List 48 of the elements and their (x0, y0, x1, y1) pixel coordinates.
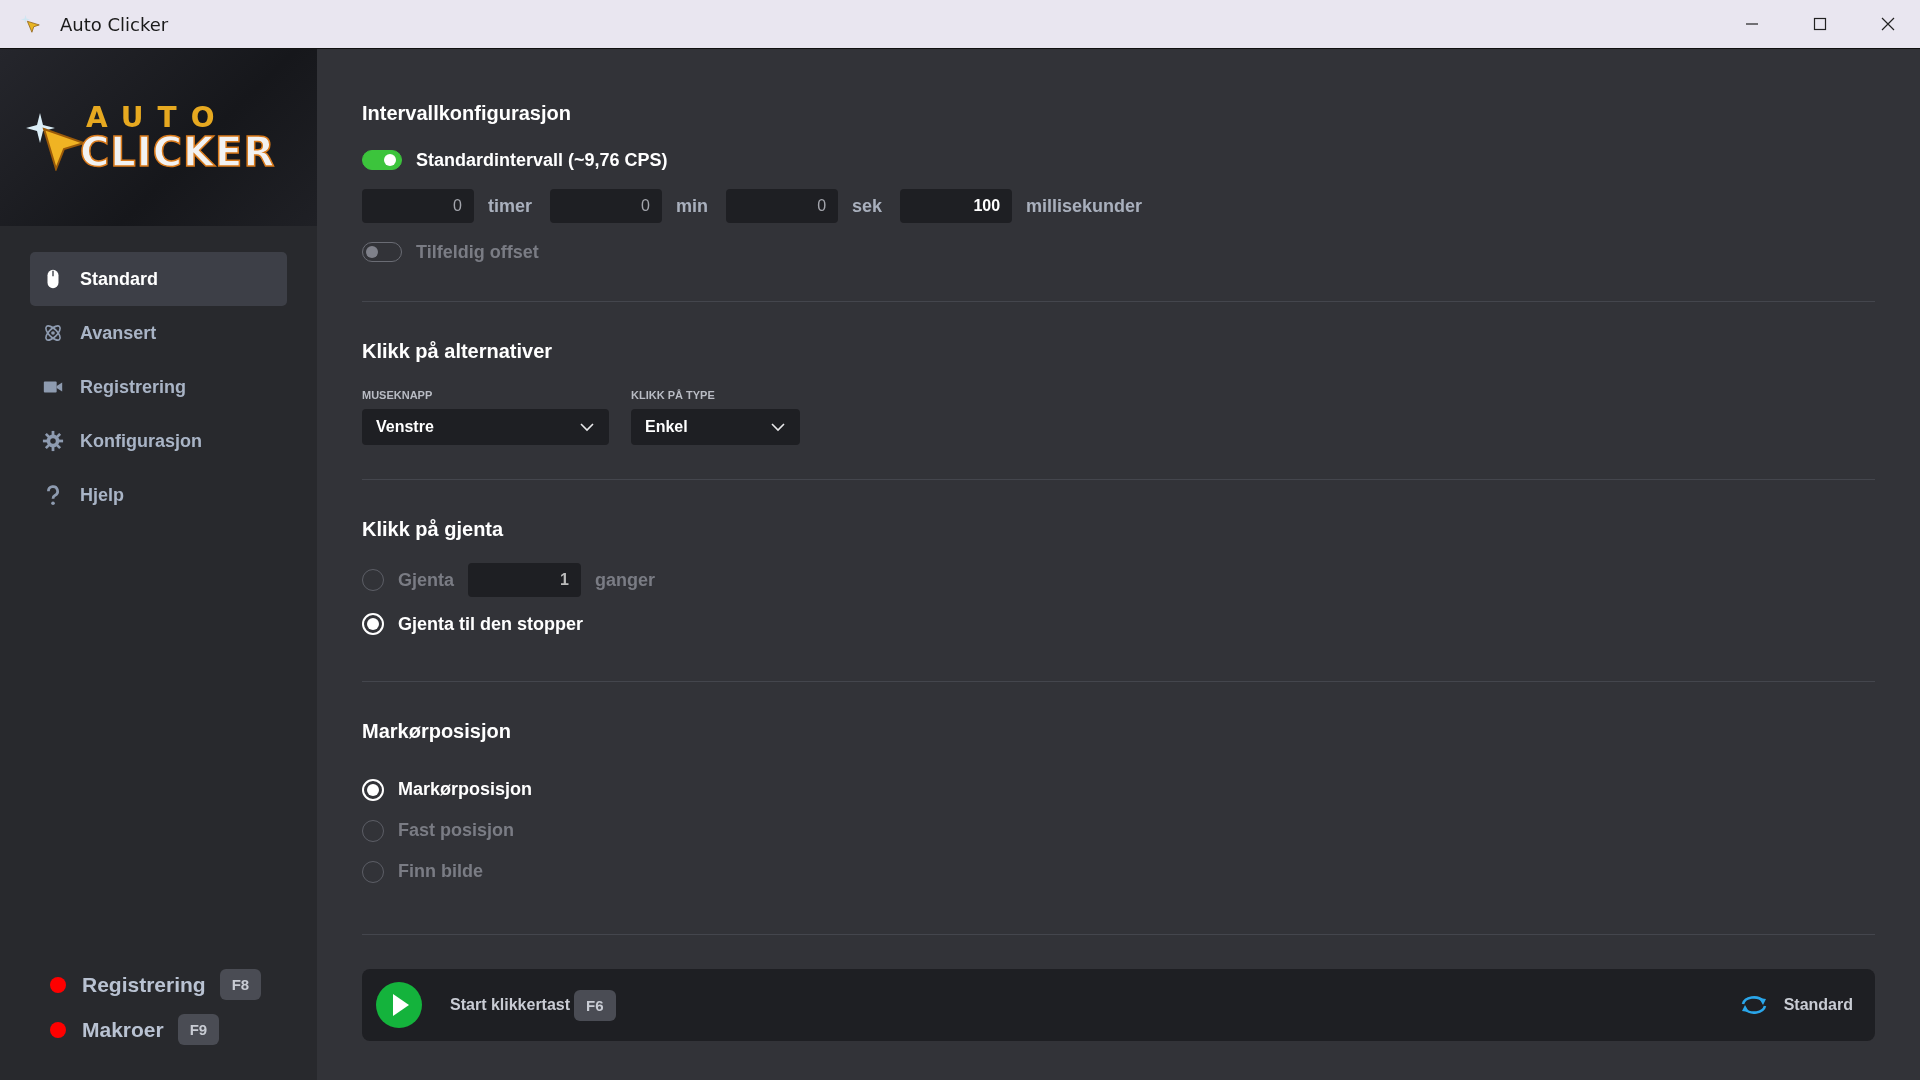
radio-label: Gjenta (398, 569, 454, 591)
play-button[interactable] (376, 982, 422, 1028)
count-field[interactable]: 1 (468, 563, 581, 597)
section-title: Intervallkonfigurasjon (362, 102, 572, 125)
radio-label: Fast posisjon (398, 820, 514, 841)
dropdown[interactable]: Venstre (362, 409, 609, 445)
unit-label: millisekunder (1026, 195, 1143, 217)
status-dot-icon (50, 976, 66, 993)
hotkey-label: Registrering (82, 972, 206, 997)
sidebar-item[interactable]: Hjelp (30, 468, 287, 522)
reset-label[interactable]: Standard (1783, 996, 1853, 1014)
toggle-label: Standardintervall (~9,76 CPS) (416, 149, 668, 171)
field-label: MUSEKNAPP (362, 389, 434, 401)
section-title: Klikk på gjenta (362, 518, 505, 541)
unit-label: timer (488, 195, 532, 217)
star-cursor-icon (20, 13, 42, 35)
key-badge: F8 (219, 969, 262, 1000)
section-title: Markørposisjon (362, 720, 512, 743)
key-badge: F6 (574, 989, 616, 1021)
toggle-switch[interactable] (362, 150, 402, 170)
radio-label: Finn bilde (398, 861, 483, 882)
atom-icon (42, 322, 64, 344)
logo-text: CLICKER (80, 131, 276, 172)
number-field[interactable]: 100 (900, 189, 1013, 223)
radio-label: Markørposisjon (398, 779, 533, 800)
sidebar-item[interactable]: Registrering (30, 360, 287, 414)
unit-label: sek (852, 195, 883, 217)
number-field[interactable]: 0 (550, 189, 662, 223)
hotkey-label: Makroer (82, 1017, 164, 1042)
toggle-label: Tilfeldig offset (416, 241, 539, 263)
number-field[interactable]: 0 (362, 189, 474, 223)
sidebar-item[interactable]: Standard (30, 252, 287, 306)
dropdown[interactable]: Enkel (631, 409, 800, 445)
close-icon[interactable] (1880, 16, 1896, 32)
section-title: Klikk på alternativer (362, 340, 554, 363)
status-dot-icon (50, 1021, 66, 1038)
logo-text: AUTO (86, 103, 230, 132)
sidebar-item[interactable]: Konfigurasjon (30, 414, 287, 468)
unit-label: ganger (595, 569, 656, 591)
sidebar-item[interactable]: Avansert (30, 306, 287, 360)
maximize-icon[interactable] (1812, 16, 1828, 32)
start-label: Start klikkertast (450, 996, 571, 1014)
key-badge: F9 (177, 1014, 220, 1045)
window-title: Auto Clicker (60, 13, 169, 35)
radio-label: Gjenta til den stopper (398, 613, 584, 635)
field-label: KLIKK PÅ TYPE (631, 389, 716, 401)
unit-label: min (676, 195, 709, 217)
number-field[interactable]: 0 (726, 189, 839, 223)
